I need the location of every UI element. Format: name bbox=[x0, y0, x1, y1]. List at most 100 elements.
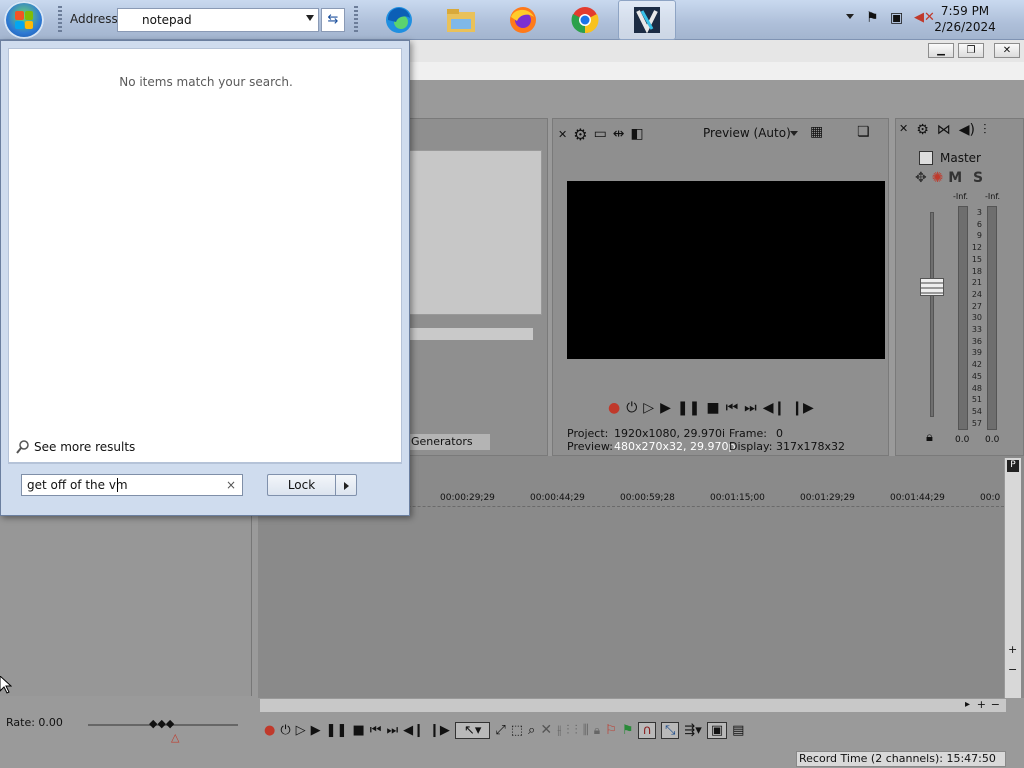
minimize-button[interactable]: ▁ bbox=[928, 43, 954, 58]
go-icon[interactable]: ⇆ bbox=[321, 8, 345, 32]
envelope-tool-icon[interactable]: ⤢ bbox=[495, 723, 505, 738]
toolbar-grip[interactable] bbox=[354, 6, 358, 34]
loop-icon[interactable]: ⏻ bbox=[626, 400, 637, 416]
edge-icon[interactable] bbox=[370, 0, 428, 40]
zoom-in-icon[interactable]: + bbox=[977, 698, 986, 711]
right-level-meter bbox=[987, 206, 997, 430]
chevron-down-icon[interactable] bbox=[790, 131, 798, 136]
stop-icon[interactable]: ■ bbox=[352, 723, 364, 738]
loop-icon[interactable]: ⏻ bbox=[280, 723, 290, 738]
clear-search-icon[interactable]: × bbox=[226, 478, 236, 492]
media-list[interactable] bbox=[408, 150, 542, 315]
overlay-icon[interactable]: ◧ bbox=[631, 126, 644, 142]
snapping-icon[interactable]: ∩ bbox=[638, 721, 656, 739]
firefox-icon[interactable] bbox=[494, 0, 552, 40]
close-button[interactable]: ✕ bbox=[994, 43, 1020, 58]
ripple-edit-icon[interactable]: ⇶▾ bbox=[684, 723, 701, 738]
zoom-tool-icon[interactable]: ⌕ bbox=[528, 723, 535, 738]
trim-start-icon[interactable]: ⫶ bbox=[566, 723, 569, 738]
gear-icon[interactable]: ⚙ bbox=[573, 125, 587, 144]
close-icon[interactable]: ✕ bbox=[558, 128, 567, 141]
file-explorer-icon[interactable] bbox=[432, 0, 490, 40]
speaker-icon[interactable]: ◀) bbox=[959, 122, 975, 138]
stop-icon[interactable]: ■ bbox=[706, 400, 719, 416]
split-icon[interactable]: ⫼ bbox=[583, 723, 589, 738]
master-fader-track[interactable] bbox=[930, 212, 934, 417]
marker-icon[interactable]: ⚐ bbox=[605, 723, 617, 738]
zoom-in-icon[interactable]: + bbox=[1008, 643, 1017, 656]
see-more-results-link[interactable]: See more results bbox=[16, 440, 135, 454]
master-bus-icon[interactable] bbox=[919, 151, 933, 165]
chevron-down-icon[interactable] bbox=[306, 15, 314, 21]
clock-time[interactable]: 7:59 PM bbox=[930, 4, 1000, 18]
start-button[interactable] bbox=[4, 1, 44, 39]
solo-button[interactable]: S bbox=[973, 170, 983, 186]
copy-snapshot-icon[interactable]: ❏ bbox=[857, 124, 870, 140]
video-preview-screen[interactable] bbox=[567, 181, 885, 359]
play-from-start-icon[interactable]: ▷ bbox=[296, 723, 306, 738]
fx-gear-icon[interactable]: ✺ bbox=[932, 170, 944, 186]
trim-icon[interactable]: ⫲ bbox=[557, 723, 561, 738]
flag-icon[interactable]: ⚑ bbox=[866, 10, 879, 26]
play-icon[interactable]: ▶ bbox=[311, 723, 321, 738]
next-frame-icon[interactable]: ❙▶ bbox=[429, 723, 450, 738]
lock-icon[interactable]: 🔒︎ bbox=[594, 723, 600, 738]
media-scrollbar[interactable] bbox=[408, 328, 533, 340]
close-icon[interactable]: ✕ bbox=[899, 122, 908, 138]
go-to-end-icon[interactable]: ⏭ bbox=[744, 400, 757, 416]
start-search-input[interactable]: get off of the vm × bbox=[21, 474, 243, 496]
play-from-start-icon[interactable]: ▷ bbox=[643, 400, 654, 416]
go-to-start-icon[interactable]: ⏮ bbox=[726, 400, 739, 416]
meter-scale-label: 9 bbox=[976, 231, 982, 241]
next-frame-icon[interactable]: ❙▶ bbox=[791, 400, 814, 416]
fx-icon[interactable]: ⫶ bbox=[983, 122, 987, 138]
timeline-horizontal-scrollbar[interactable]: ▸ + − bbox=[260, 698, 1006, 712]
frame-value: 0 bbox=[776, 427, 783, 440]
vegas-pro-icon[interactable] bbox=[618, 0, 676, 40]
go-to-end-icon[interactable]: ⏭ bbox=[386, 723, 398, 738]
selection-tool-icon[interactable]: ⬚ bbox=[511, 723, 523, 738]
play-icon[interactable]: ▶ bbox=[660, 400, 671, 416]
go-to-start-icon[interactable]: ⏮ bbox=[370, 723, 382, 738]
external-monitor-icon[interactable]: ▭ bbox=[594, 126, 607, 142]
mute-button[interactable]: M bbox=[948, 170, 962, 186]
record-icon[interactable]: ● bbox=[264, 723, 275, 738]
lock-icon[interactable]: 🔒︎ bbox=[926, 430, 933, 445]
preview-quality-dropdown[interactable]: Preview (Auto) bbox=[703, 126, 791, 140]
power-options-button[interactable] bbox=[335, 474, 357, 496]
rate-thumb-icon[interactable]: ◆◆◆ bbox=[149, 717, 174, 730]
zoom-out-icon[interactable]: − bbox=[991, 698, 1000, 711]
split-screen-icon[interactable]: ⇹ bbox=[613, 126, 625, 142]
toolbar-grip[interactable] bbox=[58, 6, 62, 34]
trim-end-icon[interactable]: ⫶ bbox=[575, 723, 578, 738]
tab-generators[interactable]: Generators bbox=[408, 434, 490, 450]
normal-edit-tool-icon[interactable]: ↖▾ bbox=[454, 721, 491, 739]
track-list[interactable] bbox=[0, 516, 252, 696]
network-icon[interactable]: ▣ bbox=[890, 10, 903, 26]
pause-icon[interactable]: ❚❚ bbox=[677, 400, 700, 416]
pan-crop-icon[interactable]: ▤ bbox=[732, 723, 744, 738]
lock-button[interactable]: Lock bbox=[267, 474, 335, 496]
pause-icon[interactable]: ❚❚ bbox=[326, 723, 348, 738]
clock-date[interactable]: 2/26/2024 bbox=[930, 20, 1000, 34]
gear-icon[interactable]: ⚙ bbox=[916, 122, 929, 138]
prev-frame-icon[interactable]: ◀❙ bbox=[763, 400, 786, 416]
record-icon[interactable]: ● bbox=[608, 400, 620, 416]
zoom-out-icon[interactable]: − bbox=[1008, 663, 1017, 676]
marker-icon[interactable]: P bbox=[1007, 460, 1019, 472]
show-hidden-icons-icon[interactable] bbox=[846, 14, 854, 19]
region-icon[interactable]: ⚑ bbox=[622, 723, 634, 738]
address-input[interactable]: notepad bbox=[117, 8, 319, 32]
master-fader-knob[interactable] bbox=[920, 278, 944, 296]
prev-frame-icon[interactable]: ◀❙ bbox=[403, 723, 424, 738]
pan-icon[interactable]: ✥ bbox=[915, 170, 927, 186]
delete-icon[interactable]: ✕ bbox=[540, 722, 552, 738]
scroll-right-icon[interactable]: ▸ bbox=[965, 699, 970, 710]
restore-button[interactable]: ❐ bbox=[958, 43, 984, 58]
event-fx-icon[interactable]: ▣ bbox=[706, 721, 728, 739]
auto-crossfade-icon[interactable]: ⤡ bbox=[660, 721, 680, 739]
grid-icon[interactable]: ▦ bbox=[810, 124, 823, 140]
timeline-vertical-scrollbar[interactable]: P + − bbox=[1004, 458, 1021, 698]
chrome-icon[interactable] bbox=[556, 0, 614, 40]
downmix-icon[interactable]: ⋈ bbox=[937, 122, 951, 138]
